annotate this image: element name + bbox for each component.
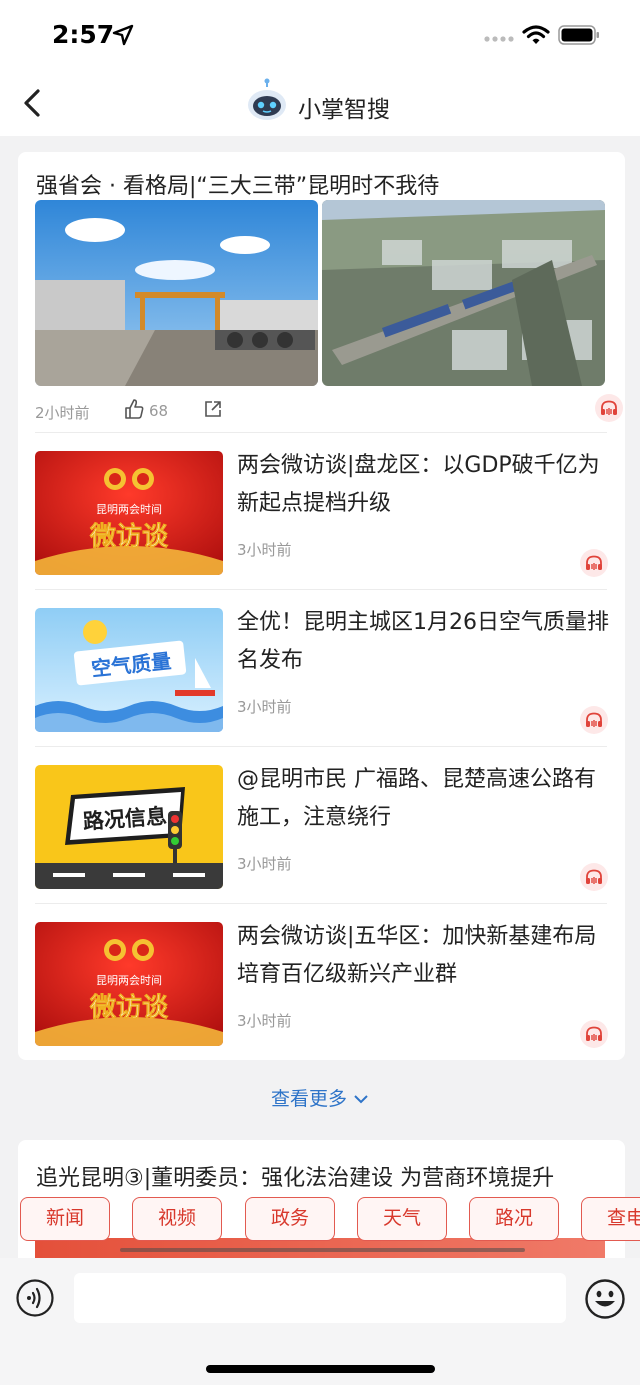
input-bar xyxy=(0,1258,640,1385)
thumb-caption: 昆明两会时间 xyxy=(96,503,162,516)
chip-check-electricity[interactable]: 查电 xyxy=(581,1197,640,1241)
headphones-icon xyxy=(586,555,602,570)
battery-icon xyxy=(558,25,599,45)
page-title: 小掌智搜 xyxy=(298,97,390,123)
listen-button[interactable] xyxy=(580,1020,608,1048)
news-title[interactable]: 两会微访谈|盘龙区：以GDP破千亿为新起点提档升级 xyxy=(237,447,609,523)
lead-news-image-railway[interactable] xyxy=(322,200,605,386)
share-icon[interactable] xyxy=(203,399,223,419)
listen-button[interactable] xyxy=(580,706,608,734)
news-item[interactable]: 昆明两会时间 微访谈 两会微访谈|盘龙区：以GDP破千亿为新起点提档升级 3小时… xyxy=(35,432,609,588)
news-title[interactable]: 全优！昆明主城区1月26日空气质量排名发布 xyxy=(237,604,609,680)
headphones-icon xyxy=(586,1026,602,1041)
thumb-caption: 昆明两会时间 xyxy=(96,974,162,987)
news-thumbnail[interactable]: 空气质量 xyxy=(35,608,223,732)
news-item[interactable]: 路况信息 @昆明市民 广福路、昆楚高速公路有施工，注意绕行 3小时前 xyxy=(35,746,609,902)
signal-dots-icon xyxy=(484,36,514,42)
chevron-down-icon xyxy=(354,1095,368,1104)
home-indicator xyxy=(206,1365,435,1373)
back-chevron-icon[interactable] xyxy=(18,86,48,120)
like-count: 68 xyxy=(149,402,169,420)
robot-logo-icon xyxy=(248,78,286,120)
see-more-link[interactable]: 查看更多 xyxy=(0,1084,640,1111)
news-thumbnail[interactable]: 昆明两会时间 微访谈 xyxy=(35,922,223,1046)
quick-chips: 新闻 视频 政务 天气 路况 查电 xyxy=(0,1197,640,1243)
news-item[interactable]: 昆明两会时间 微访谈 两会微访谈|五华区：加快新基建布局 培育百亿级新兴产业群 … xyxy=(35,903,609,1059)
status-bar: 2:57 xyxy=(0,0,640,70)
news-title[interactable]: @昆明市民 广福路、昆楚高速公路有施工，注意绕行 xyxy=(237,761,609,837)
news-card: 强省会 · 看格局|“三大三带”昆明时不我待 2小时前 68 昆明两会时间 微访… xyxy=(18,152,625,1060)
news-time: 3小时前 xyxy=(237,541,292,559)
voice-icon[interactable] xyxy=(15,1278,55,1318)
lead-news-image-factory[interactable] xyxy=(35,200,318,386)
headphones-icon xyxy=(586,869,602,884)
listen-button[interactable] xyxy=(595,394,623,422)
listen-button[interactable] xyxy=(580,863,608,891)
lead-news-time: 2小时前 xyxy=(35,404,90,422)
news-item[interactable]: 空气质量 全优！昆明主城区1月26日空气质量排名发布 3小时前 xyxy=(35,589,609,745)
emoji-icon[interactable] xyxy=(584,1278,626,1320)
status-time: 2:57 xyxy=(52,20,115,49)
lead-news-title[interactable]: 强省会 · 看格局|“三大三带”昆明时不我待 xyxy=(36,168,439,200)
news-time: 3小时前 xyxy=(237,855,292,873)
news-time: 3小时前 xyxy=(237,1012,292,1030)
lead-news-meta: 2小时前 68 xyxy=(35,394,623,422)
horizontal-scrollbar[interactable] xyxy=(120,1248,525,1252)
headphones-icon xyxy=(586,712,602,727)
see-more-label: 查看更多 xyxy=(270,1088,347,1110)
chip-news[interactable]: 新闻 xyxy=(20,1197,110,1241)
thumb-label: 微访谈 xyxy=(89,521,169,552)
thumb-label: 微访谈 xyxy=(89,992,169,1023)
headphones-icon xyxy=(601,400,617,415)
news-time: 3小时前 xyxy=(237,698,292,716)
message-input[interactable] xyxy=(74,1273,566,1323)
chip-traffic[interactable]: 路况 xyxy=(469,1197,559,1241)
chip-weather[interactable]: 天气 xyxy=(357,1197,447,1241)
chip-government[interactable]: 政务 xyxy=(245,1197,335,1241)
location-arrow-icon xyxy=(112,24,134,46)
thumbs-up-icon[interactable] xyxy=(123,398,145,420)
card2-title[interactable]: 追光昆明③|董明委员：强化法治建设 为营商环境提升 xyxy=(36,1160,554,1192)
listen-button[interactable] xyxy=(580,549,608,577)
nav-bar: 小掌智搜 xyxy=(0,70,640,136)
news-thumbnail[interactable]: 路况信息 xyxy=(35,765,223,889)
chip-video[interactable]: 视频 xyxy=(132,1197,222,1241)
news-title[interactable]: 两会微访谈|五华区：加快新基建布局 培育百亿级新兴产业群 xyxy=(237,918,609,994)
wifi-icon xyxy=(522,25,550,44)
news-thumbnail[interactable]: 昆明两会时间 微访谈 xyxy=(35,451,223,575)
